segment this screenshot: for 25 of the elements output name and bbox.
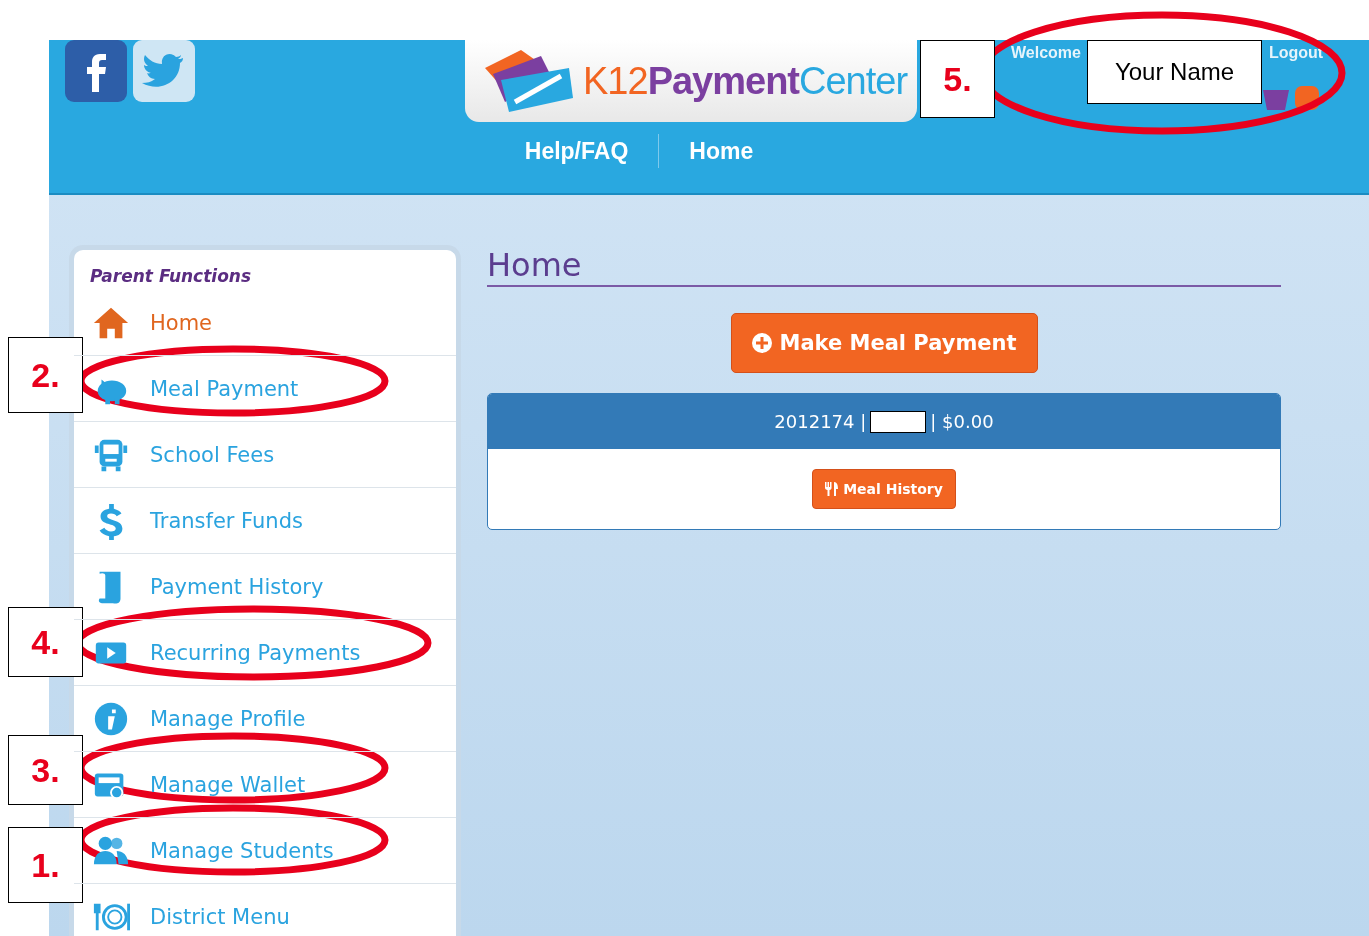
logout-link[interactable]: Logout: [1269, 44, 1324, 62]
balance-text: | $0.00: [930, 411, 994, 432]
logo-text[interactable]: K12PaymentCenter: [583, 59, 908, 103]
page-title: Home: [487, 245, 1281, 287]
sidebar-item[interactable]: Transfer Funds: [74, 488, 456, 554]
twitter-icon[interactable]: [133, 40, 195, 102]
name-label: Your Name: [1087, 40, 1262, 104]
step-label: 1.: [8, 827, 83, 903]
sidebar-title: Parent Functions: [89, 265, 253, 288]
cart-icon[interactable]: [1263, 90, 1289, 110]
step-label: 2.: [8, 337, 83, 413]
step-label: 4.: [8, 607, 83, 677]
plus-icon: [751, 333, 772, 353]
student-id: 2012174 |: [774, 411, 867, 432]
sidebar-item[interactable]: School Fees: [74, 422, 456, 488]
nav-link[interactable]: Help/FAQ: [524, 137, 629, 165]
nav-link[interactable]: Home: [689, 137, 754, 165]
meal-history-button[interactable]: Meal History: [812, 469, 956, 509]
step-label: 3.: [8, 735, 83, 805]
facebook-icon[interactable]: [65, 40, 127, 102]
cutlery-icon: [825, 482, 840, 496]
welcome-text: Welcome: [1011, 44, 1081, 62]
step-label: 5.: [920, 40, 995, 118]
redaction-box: [870, 410, 927, 433]
make-payment-button[interactable]: Make Meal Payment: [730, 313, 1038, 373]
